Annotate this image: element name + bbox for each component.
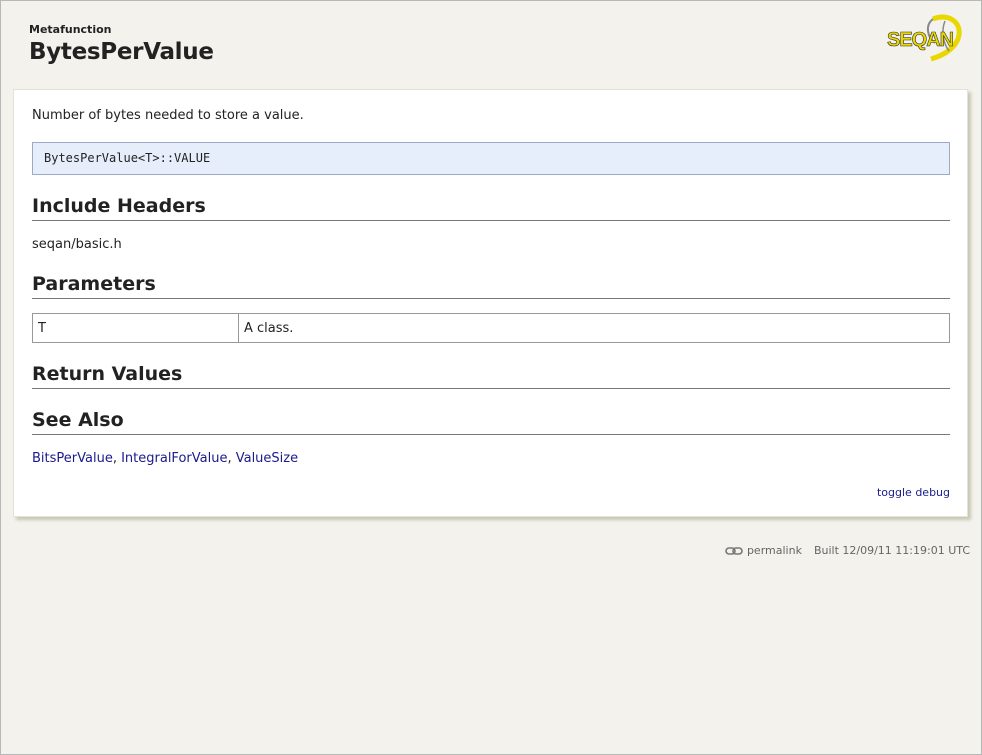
parameters-table: T A class. bbox=[32, 313, 950, 343]
see-also-link-valuesize[interactable]: ValueSize bbox=[236, 451, 298, 466]
content-panel: Number of bytes needed to store a value.… bbox=[13, 89, 968, 517]
separator: , bbox=[112, 451, 122, 466]
signature-box: BytesPerValue<T>::VALUE bbox=[32, 142, 950, 175]
see-also-link-integralforvalue[interactable]: IntegralForValue bbox=[121, 451, 227, 466]
chain-link-icon bbox=[725, 546, 743, 556]
seqan-logo: SEQAN bbox=[885, 11, 967, 63]
toggle-debug-link[interactable]: toggle debug bbox=[877, 486, 950, 499]
parameter-name: T bbox=[32, 313, 239, 343]
table-row: T A class. bbox=[32, 313, 950, 343]
include-header-value: seqan/basic.h bbox=[32, 237, 122, 252]
build-timestamp: Built 12/09/11 11:19:01 UTC bbox=[813, 544, 970, 557]
see-also-heading: See Also bbox=[32, 407, 950, 435]
page-header: Metafunction BytesPerValue bbox=[29, 23, 214, 65]
permalink-link[interactable]: permalink bbox=[747, 544, 802, 557]
page-footer: permalink Built 12/09/11 11:19:01 UTC bbox=[725, 544, 970, 557]
entry-kind: Metafunction bbox=[29, 23, 112, 36]
return-values-heading: Return Values bbox=[32, 361, 950, 389]
logo-text: SEQAN bbox=[887, 29, 954, 51]
summary-text: Number of bytes needed to store a value. bbox=[32, 108, 304, 123]
separator: , bbox=[227, 451, 236, 466]
see-also-link-bitspervalue[interactable]: BitsPerValue bbox=[32, 451, 113, 466]
see-also-list: BitsPerValue, IntegralForValue, ValueSiz… bbox=[32, 451, 298, 466]
include-headers-heading: Include Headers bbox=[32, 193, 950, 221]
page-title: BytesPerValue bbox=[29, 39, 214, 65]
parameter-description: A class. bbox=[238, 313, 950, 343]
parameters-heading: Parameters bbox=[32, 271, 950, 299]
